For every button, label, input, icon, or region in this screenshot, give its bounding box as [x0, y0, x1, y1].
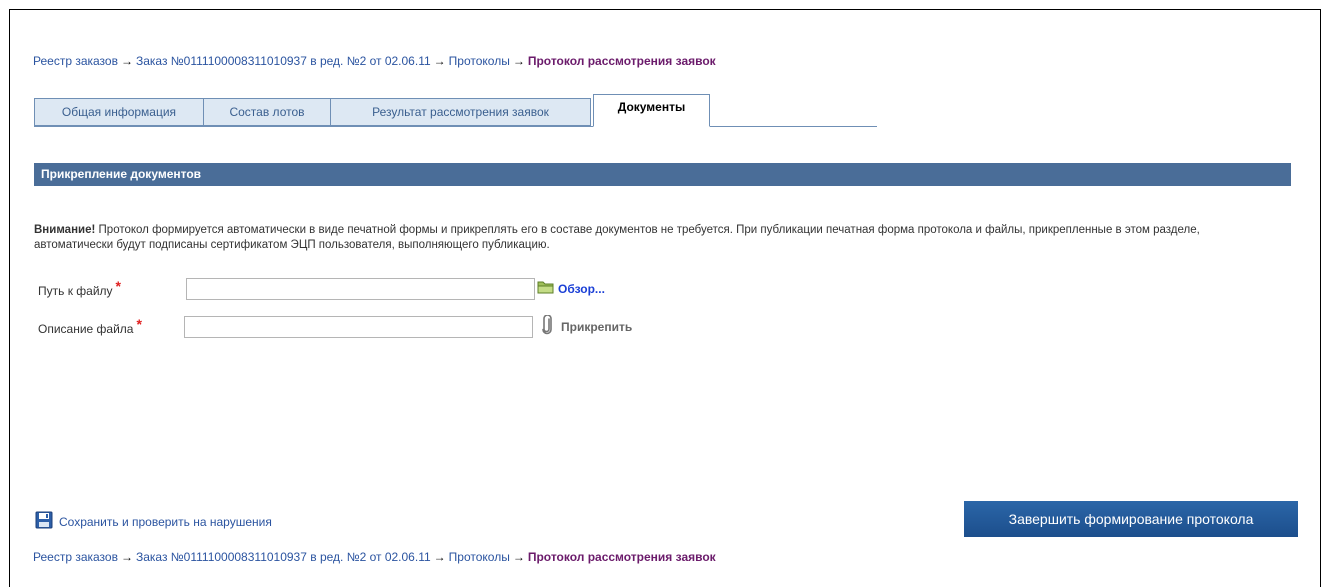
save-and-check-link[interactable]: Сохранить и проверить на нарушения: [35, 511, 272, 532]
paperclip-icon: [541, 314, 553, 338]
breadcrumb-separator: →: [433, 550, 446, 564]
breadcrumb-separator: →: [512, 550, 525, 564]
breadcrumb-separator: →: [120, 54, 133, 68]
notice-body: Протокол формируется автоматически в вид…: [34, 224, 1200, 251]
tab-lots[interactable]: Состав лотов: [203, 98, 331, 126]
tab-review-results[interactable]: Результат рассмотрения заявок: [330, 98, 591, 126]
required-mark: *: [136, 316, 142, 332]
breadcrumb-current: Протокол рассмотрения заявок: [527, 550, 716, 564]
file-path-label: Путь к файлу *: [38, 278, 121, 298]
breadcrumb-registry-link[interactable]: Реестр заказов: [33, 550, 118, 564]
save-and-check-label: Сохранить и проверить на нарушения: [59, 514, 272, 529]
breadcrumb-separator: →: [433, 54, 446, 68]
folder-icon: [537, 279, 555, 298]
breadcrumb-separator: →: [512, 54, 525, 68]
breadcrumb-current: Протокол рассмотрения заявок: [527, 54, 716, 68]
notice-text: Внимание! Протокол формируется автоматич…: [34, 223, 1274, 253]
browse-label: Обзор...: [558, 281, 605, 296]
attach-label: Прикрепить: [561, 319, 633, 334]
floppy-disk-icon: [35, 511, 53, 532]
required-mark: *: [115, 278, 121, 294]
file-description-input[interactable]: [184, 316, 533, 338]
breadcrumb-protocols-link[interactable]: Протоколы: [449, 54, 510, 68]
breadcrumb-order-link[interactable]: Заказ №0111100008311010937 в ред. №2 от …: [136, 550, 431, 564]
file-path-input[interactable]: [186, 278, 535, 300]
file-description-label-text: Описание файла: [38, 322, 134, 336]
breadcrumb-registry-link[interactable]: Реестр заказов: [33, 54, 118, 68]
tab-documents[interactable]: Документы: [593, 94, 710, 127]
breadcrumb-bottom: Реестр заказов → Заказ №011110000831101093…: [33, 549, 716, 565]
tab-bar: Общая информация Состав лотов Результат …: [34, 94, 877, 127]
file-path-label-text: Путь к файлу: [38, 284, 113, 298]
tab-general-info[interactable]: Общая информация: [34, 98, 204, 126]
section-header-attach-documents: Прикрепление документов: [34, 163, 1291, 186]
finish-protocol-button[interactable]: Завершить формирование протокола: [964, 501, 1298, 537]
file-description-label: Описание файла *: [38, 316, 142, 336]
breadcrumb-protocols-link[interactable]: Протоколы: [449, 550, 510, 564]
browse-button[interactable]: Обзор...: [537, 279, 605, 298]
attach-button[interactable]: Прикрепить: [541, 314, 633, 338]
breadcrumb-order-link[interactable]: Заказ №0111100008311010937 в ред. №2 от …: [136, 54, 431, 68]
breadcrumb: Реестр заказов → Заказ №011110000831101093…: [33, 53, 716, 69]
breadcrumb-separator: →: [120, 550, 133, 564]
notice-warning-label: Внимание!: [34, 224, 96, 236]
